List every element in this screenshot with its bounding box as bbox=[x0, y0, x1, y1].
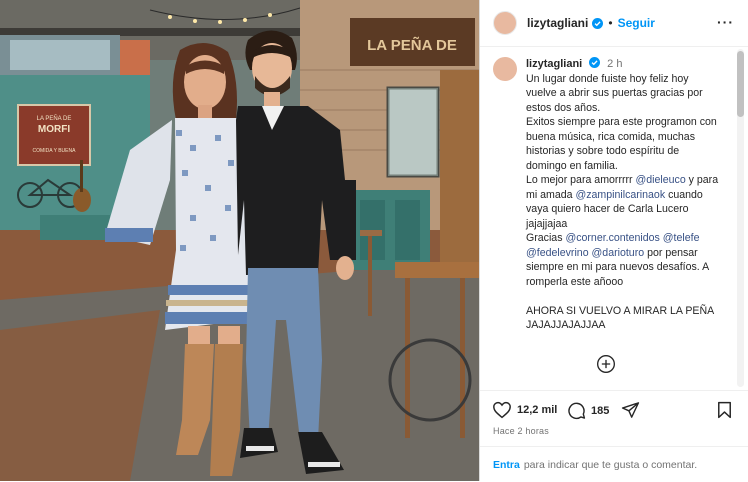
author-username[interactable]: lizytagliani bbox=[527, 16, 588, 30]
caption-segment: AHORA SI VUELVO A MIRAR LA PEÑA JAJAJJAJ… bbox=[526, 304, 714, 332]
photo-illustration: LA PEÑA DE MORFI COMIDA Y BUENA LA PEÑA … bbox=[0, 0, 479, 481]
mention-link[interactable]: @corner.contenidos bbox=[565, 232, 659, 244]
caption-body: lizytagliani 2 h Un lugar donde fuiste h… bbox=[526, 57, 722, 333]
caption-segment: Lo mejor para amorrrrr bbox=[526, 174, 636, 186]
comment-icon[interactable] bbox=[567, 401, 586, 420]
login-prompt-text: para indicar que te gusta o comentar. bbox=[523, 458, 698, 471]
caption-paragraph: Lo mejor para amorrrrr @dieleuco y para … bbox=[526, 173, 722, 231]
pena-wall-sign: LA PEÑA DE bbox=[367, 36, 457, 54]
caption-time: 2 h bbox=[607, 58, 623, 70]
caption-text: Un lugar donde fuiste hoy feliz hoy vuel… bbox=[526, 72, 722, 333]
caption-verified-icon bbox=[589, 57, 601, 68]
post-sidebar: lizytagliani • Seguir ··· lizytagliani 2… bbox=[479, 0, 748, 481]
follow-button[interactable]: Seguir bbox=[618, 16, 655, 30]
caption-paragraph: AHORA SI VUELVO A MIRAR LA PEÑA JAJAJJAJ… bbox=[526, 304, 722, 333]
caption-paragraph: Un lugar donde fuiste hoy feliz hoy vuel… bbox=[526, 72, 722, 116]
caption-segment: Gracias bbox=[526, 232, 566, 244]
mention-link[interactable]: @fedelevrino bbox=[526, 247, 589, 259]
more-options-icon[interactable]: ··· bbox=[717, 14, 734, 30]
verified-badge-icon bbox=[592, 17, 604, 29]
post-actions: 12,2 mil 185 Hace 2 horas bbox=[480, 390, 748, 447]
mention-link[interactable]: @dieleuco bbox=[636, 174, 686, 186]
post-window: LA PEÑA DE MORFI COMIDA Y BUENA LA PEÑA … bbox=[0, 0, 748, 481]
load-more-comments-icon[interactable] bbox=[596, 354, 616, 374]
caption-row: lizytagliani 2 h Un lugar donde fuiste h… bbox=[480, 47, 748, 333]
header-separator: • bbox=[608, 16, 613, 30]
login-prompt: Entra para indicar que te gusta o coment… bbox=[480, 446, 748, 482]
morfi-sign-sub: COMIDA Y BUENA bbox=[33, 148, 77, 154]
caption-paragraph bbox=[526, 289, 722, 304]
mention-link[interactable]: @darioturo bbox=[592, 247, 645, 259]
post-time-ago: Hace 2 horas bbox=[493, 426, 549, 436]
author-avatar[interactable] bbox=[493, 11, 517, 35]
mention-link[interactable]: @telefe bbox=[663, 232, 700, 244]
comments-scrollbar[interactable] bbox=[737, 49, 744, 387]
scrollbar-thumb[interactable] bbox=[737, 51, 744, 117]
caption-paragraph: Exitos siempre para este programon con b… bbox=[526, 115, 722, 173]
like-action[interactable]: 12,2 mil bbox=[492, 401, 557, 419]
caption-segment: Un lugar donde fuiste hoy feliz hoy vuel… bbox=[526, 72, 703, 114]
post-header: lizytagliani • Seguir ··· bbox=[480, 0, 748, 47]
post-photo[interactable]: LA PEÑA DE MORFI COMIDA Y BUENA LA PEÑA … bbox=[0, 0, 479, 481]
caption-username[interactable]: lizytagliani bbox=[526, 58, 582, 70]
login-link[interactable]: Entra bbox=[493, 459, 520, 471]
comment-count: 185 bbox=[591, 404, 610, 417]
morfi-sign-top: LA PEÑA DE bbox=[37, 115, 72, 122]
caption-segment: Exitos siempre para este programon con b… bbox=[526, 116, 717, 172]
comment-action[interactable]: 185 bbox=[567, 401, 609, 420]
like-count: 12,2 mil bbox=[517, 404, 558, 416]
morfi-sign-main: MORFI bbox=[38, 124, 70, 135]
save-action[interactable] bbox=[717, 401, 732, 419]
share-icon[interactable] bbox=[621, 401, 640, 419]
bookmark-icon[interactable] bbox=[717, 401, 732, 419]
comments-section: lizytagliani 2 h Un lugar donde fuiste h… bbox=[480, 47, 748, 390]
heart-icon[interactable] bbox=[492, 401, 512, 419]
mention-link[interactable]: @zampinilcarinaok bbox=[575, 189, 665, 201]
caption-avatar[interactable] bbox=[493, 57, 517, 81]
share-action[interactable] bbox=[621, 401, 640, 419]
caption-paragraph: Gracias @corner.contenidos @telefe @fede… bbox=[526, 231, 722, 289]
